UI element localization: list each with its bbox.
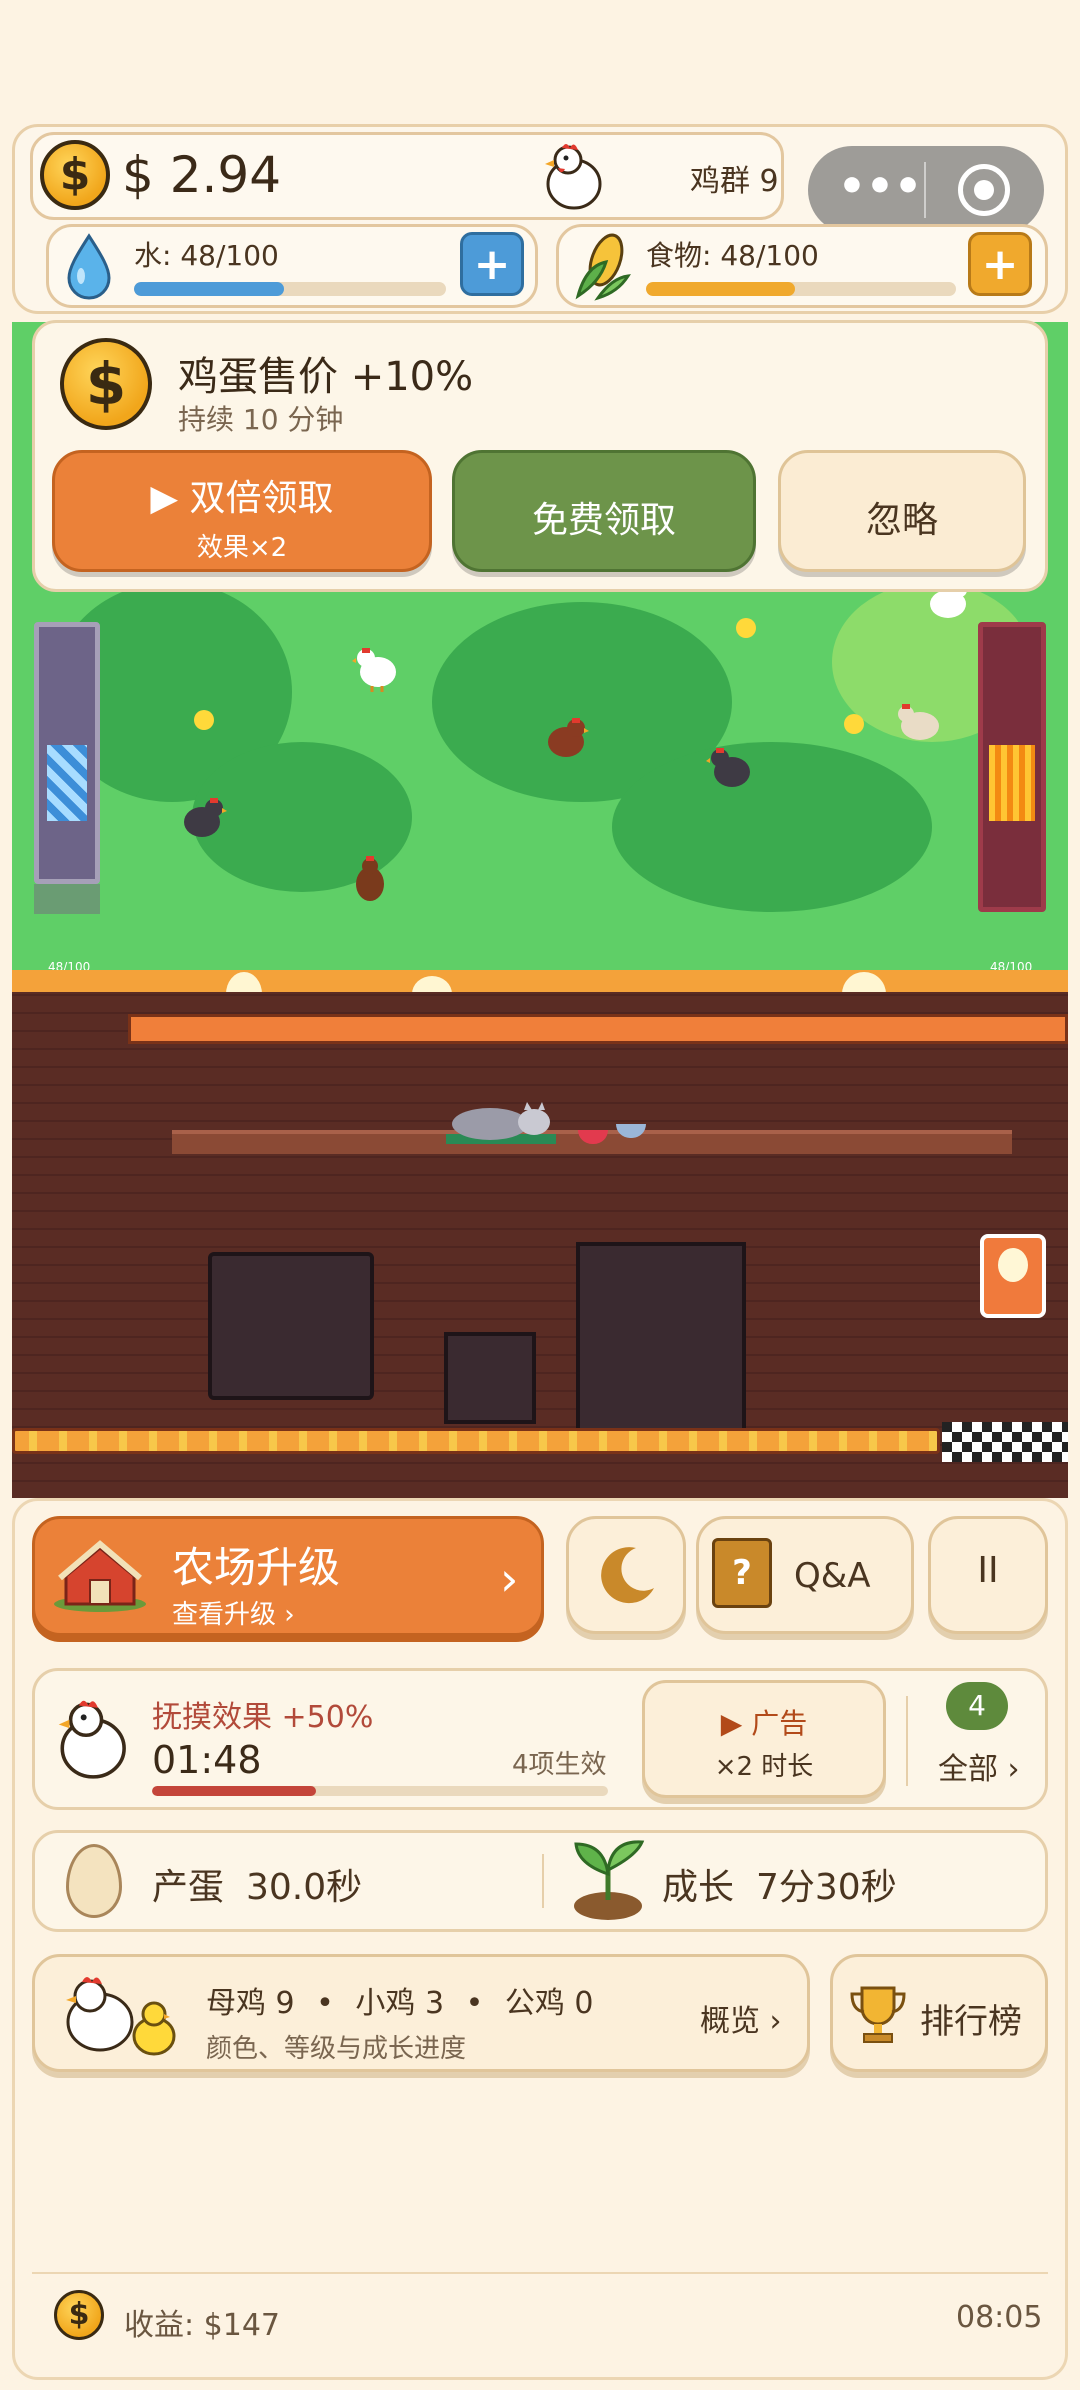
bottom-conveyor — [12, 1428, 940, 1454]
finish-flag — [942, 1422, 1068, 1462]
card-divider — [906, 1696, 908, 1786]
petting-title: 抚摸效果 +50% — [152, 1700, 374, 1735]
feed-tank[interactable] — [978, 622, 1046, 912]
clock-time: 08:05 — [956, 2300, 1043, 2335]
hen-beige[interactable] — [894, 698, 944, 744]
egg-rate-label: 产蛋 — [152, 1867, 225, 1908]
view-all-link[interactable]: 全部 › — [938, 1744, 1020, 1788]
moon-icon — [601, 1547, 654, 1604]
hen-count: 母鸡 9 — [206, 1986, 295, 2021]
hen-black[interactable] — [180, 792, 228, 842]
egg-sell-icon[interactable] — [980, 1234, 1046, 1318]
barn-interior — [12, 992, 1068, 1498]
upgrade-subtitle: 查看升级 › — [172, 1600, 295, 1630]
bonus-duration: 持续 10 分钟 — [178, 403, 344, 436]
chicken-icon — [58, 1700, 126, 1779]
ad-label: ▶ 广告 — [720, 1707, 808, 1740]
double-claim-button[interactable]: ▶ 双倍领取 效果×2 — [52, 450, 432, 572]
add-food-button[interactable]: + — [968, 232, 1032, 296]
water-bar-fill — [134, 282, 284, 296]
effects-count-badge: 4 — [946, 1682, 1008, 1730]
growth-value: 7分30秒 — [756, 1867, 897, 1908]
food-bar — [646, 282, 956, 296]
barn-roof-edge — [128, 1014, 1068, 1044]
chick[interactable] — [844, 714, 864, 734]
corn-icon — [575, 233, 631, 301]
qa-label: Q&A — [794, 1556, 871, 1596]
chicken-icon — [545, 144, 602, 210]
money-value: $ 2.94 — [122, 146, 282, 204]
growth-label: 成长 — [662, 1867, 735, 1908]
ad-sub: ×2 时长 — [714, 1752, 814, 1782]
coin-icon: $ — [60, 338, 152, 430]
close-miniprogram-icon[interactable] — [958, 164, 1010, 216]
more-menu-icon[interactable]: ••• — [830, 152, 930, 228]
trophy-icon — [850, 1986, 906, 2043]
food-bar-fill — [646, 282, 795, 296]
hen-brown[interactable] — [542, 712, 590, 762]
hen-white[interactable] — [352, 642, 400, 692]
bonus-title: 鸡蛋售价 +10% — [178, 354, 474, 400]
packing-machine — [576, 1242, 746, 1452]
capsule-divider — [924, 162, 926, 218]
upgrade-arrow: › — [500, 1552, 519, 1606]
card-divider — [542, 1854, 544, 1908]
flock-subtitle: 颜色、等级与成长进度 — [206, 2034, 467, 2064]
food-label: 食物: 48/100 — [646, 239, 819, 272]
barn-icon — [54, 1540, 146, 1612]
ignore-button[interactable]: 忽略 — [778, 450, 1026, 572]
small-crate — [444, 1332, 536, 1424]
water-drop-icon — [67, 233, 111, 300]
flock-composition: 母鸡 9 • 小鸡 3 • 公鸡 0 — [206, 1978, 593, 2022]
petting-progress-fill — [152, 1786, 317, 1796]
water-tank-base — [34, 884, 100, 914]
water-tank-level — [47, 745, 87, 821]
coin-icon: $ — [54, 2290, 104, 2340]
incubator-machine — [208, 1252, 374, 1400]
coin-icon: $ — [40, 140, 110, 210]
water-label: 水: 48/100 — [134, 239, 279, 272]
double-claim-sub: 效果×2 — [196, 533, 288, 563]
petting-progress — [152, 1786, 608, 1796]
overview-link[interactable]: 概览 › — [700, 1996, 782, 2040]
petting-active-count: 4项生效 — [512, 1750, 607, 1780]
chick[interactable] — [736, 618, 756, 638]
add-water-button[interactable]: + — [460, 232, 524, 296]
pause-label: II — [977, 1550, 999, 1591]
footer-divider — [32, 2272, 1048, 2274]
water-bar — [134, 282, 446, 296]
free-claim-button[interactable]: 免费领取 — [452, 450, 756, 572]
flock-count[interactable]: 鸡群 9 — [690, 156, 779, 200]
chick-count: 小鸡 3 — [355, 1986, 445, 2021]
egg-rate-value: 30.0秒 — [246, 1867, 363, 1908]
hen-and-chick-icon — [66, 1977, 176, 2056]
separator: • — [316, 1986, 334, 2021]
hen-black[interactable] — [706, 742, 754, 792]
grass-patch — [612, 742, 932, 912]
rooster-count: 公鸡 0 — [504, 1986, 594, 2021]
sprout-icon — [574, 1840, 645, 1920]
petting-timer: 01:48 — [152, 1738, 262, 1782]
sleeping-cat[interactable] — [442, 1098, 562, 1146]
income-label: 收益: $147 — [124, 2308, 280, 2343]
water-tank[interactable] — [34, 622, 100, 884]
upgrade-title: 农场升级 — [172, 1543, 341, 1592]
leaderboard-label: 排行榜 — [920, 2002, 1022, 2042]
feed-tank-level — [989, 745, 1035, 821]
free-claim-label: 免费领取 — [531, 500, 676, 541]
double-claim-label: ▶ 双倍领取 — [150, 478, 334, 519]
ignore-label: 忽略 — [865, 500, 938, 541]
chick[interactable] — [194, 710, 214, 730]
hen-brown[interactable] — [350, 852, 390, 904]
book-icon: ? — [712, 1538, 772, 1608]
separator: • — [465, 1986, 484, 2021]
